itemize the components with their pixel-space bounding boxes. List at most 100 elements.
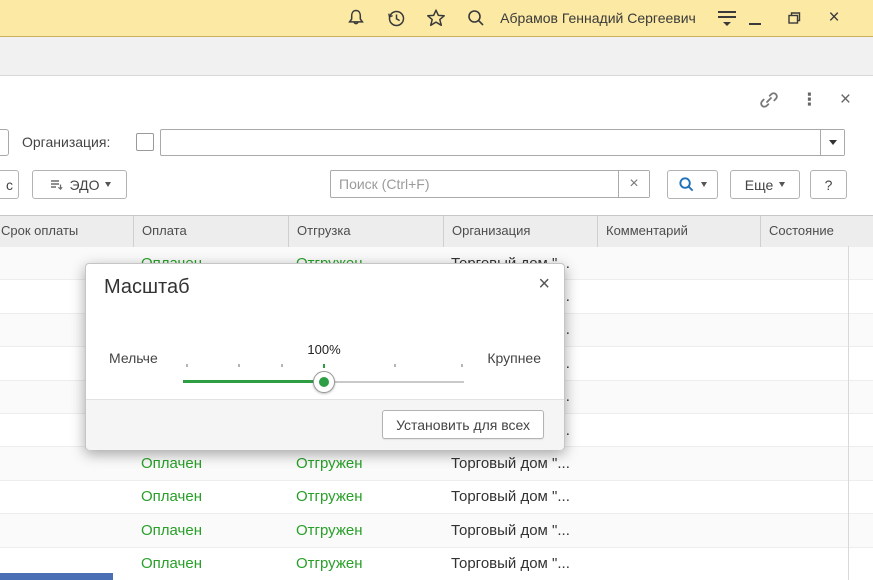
cell-state (760, 247, 873, 279)
form-close-button[interactable]: × (840, 91, 851, 109)
search-input[interactable] (331, 171, 618, 197)
larger-label: Крупнее (487, 350, 541, 366)
table-row[interactable]: ОплаченОтгруженТорговый дом "... (0, 514, 873, 547)
table-header-row: Срок оплатыОплатаОтгрузкаОрганизацияКомм… (0, 215, 873, 248)
cell-comment (597, 514, 760, 546)
function-panel-strip (0, 37, 873, 76)
table-right-border (848, 246, 849, 580)
filter-row: Организация: (0, 129, 873, 156)
apply-for-all-button[interactable]: Установить для всех (382, 410, 544, 439)
cell-comment (597, 381, 760, 413)
column-header-2[interactable]: Отгрузка (288, 216, 443, 247)
cell-comment (597, 414, 760, 446)
edo-documents-icon (48, 177, 64, 193)
restore-window-button[interactable] (784, 0, 804, 36)
cell-due (0, 481, 133, 513)
cell-state (760, 314, 873, 346)
cutoff-button-fragment[interactable]: с (0, 170, 19, 199)
cell-state (760, 447, 873, 479)
organization-checkbox[interactable] (136, 133, 154, 151)
cell-state (760, 481, 873, 513)
cell-organization: Торговый дом "... (443, 548, 597, 580)
close-window-button[interactable]: × (824, 0, 844, 36)
chevron-down-icon (105, 182, 111, 187)
column-header-1[interactable]: Оплата (133, 216, 288, 247)
cell-comment (597, 447, 760, 479)
search-icon (678, 176, 695, 193)
cell-comment (597, 247, 760, 279)
cell-state (760, 414, 873, 446)
zoom-slider-handle[interactable] (313, 371, 335, 393)
notifications-bell-icon[interactable] (344, 0, 368, 36)
slider-tick (281, 364, 283, 367)
slider-tick (394, 364, 396, 367)
history-icon[interactable] (384, 0, 408, 36)
favorites-star-icon[interactable] (424, 0, 448, 36)
global-search-icon[interactable] (464, 0, 488, 36)
more-actions-button[interactable]: Еще (730, 170, 800, 199)
clear-search-button[interactable]: × (618, 171, 649, 197)
find-button[interactable] (667, 170, 718, 199)
service-menu-lines (718, 11, 736, 26)
cell-state (760, 548, 873, 580)
slider-tick (238, 364, 240, 367)
column-header-3[interactable]: Организация (443, 216, 597, 247)
organization-label: Организация: (22, 129, 110, 156)
cutoff-field-fragment[interactable] (0, 129, 9, 156)
cell-organization: Торговый дом "... (443, 447, 597, 479)
organization-combobox[interactable] (160, 129, 845, 156)
help-button-label: ? (825, 177, 833, 193)
slider-tick-current (323, 364, 325, 368)
table-row[interactable]: ОплаченОтгруженТорговый дом "... (0, 481, 873, 514)
organization-dropdown-button[interactable] (820, 130, 844, 155)
smaller-label: Мельче (109, 350, 158, 366)
current-user-name[interactable]: Абрамов Геннадий Сергеевич (500, 0, 696, 36)
minimize-button[interactable] (746, 0, 764, 36)
cell-shipment: Отгружен (288, 447, 443, 479)
cell-comment (597, 347, 760, 379)
search-box: × (330, 170, 650, 198)
title-bar: Абрамов Геннадий Сергеевич × (0, 0, 873, 37)
cell-comment (597, 548, 760, 580)
cell-organization: Торговый дом "... (443, 481, 597, 513)
zoom-slider-fill (183, 380, 324, 383)
cell-payment: Оплачен (133, 514, 288, 546)
cell-payment: Оплачен (133, 548, 288, 580)
edo-button-label: ЭДО (70, 177, 100, 193)
cell-payment: Оплачен (133, 447, 288, 479)
chevron-down-icon (701, 182, 707, 187)
taskbar-fragment (0, 573, 113, 580)
cell-state (760, 514, 873, 546)
cell-organization: Торговый дом "... (443, 514, 597, 546)
command-bar: с ЭДО × Еще ? (0, 170, 873, 199)
chevron-down-icon (779, 182, 785, 187)
cell-comment (597, 481, 760, 513)
zoom-dialog: Масштаб × Мельче Крупнее 100% Установить… (85, 263, 565, 450)
dialog-close-button[interactable]: × (538, 273, 550, 296)
app-window: Абрамов Геннадий Сергеевич × ⋮ × (0, 0, 873, 580)
slider-tick (186, 364, 188, 367)
help-button[interactable]: ? (810, 170, 847, 199)
dialog-title: Масштаб (104, 276, 190, 299)
cell-shipment: Отгружен (288, 548, 443, 580)
edo-button[interactable]: ЭДО (32, 170, 127, 199)
dialog-footer: Установить для всех (86, 399, 564, 450)
more-menu-icon[interactable]: ⋮ (801, 91, 818, 109)
cutoff-button-label: с (6, 177, 13, 193)
chevron-down-icon (829, 140, 837, 145)
column-header-4[interactable]: Комментарий (597, 216, 760, 247)
get-link-icon[interactable] (759, 90, 779, 110)
column-header-5[interactable]: Состояние (760, 216, 873, 247)
cell-due (0, 447, 133, 479)
form-header-icons: ⋮ × (759, 90, 851, 110)
cell-shipment: Отгружен (288, 514, 443, 546)
service-menu-icon[interactable] (714, 0, 740, 36)
column-header-0[interactable]: Срок оплаты (0, 216, 133, 247)
organization-input[interactable] (161, 130, 820, 155)
table-row[interactable]: ОплаченОтгруженТорговый дом "... (0, 548, 873, 580)
cell-shipment: Отгружен (288, 481, 443, 513)
cell-state (760, 280, 873, 312)
slider-tick (461, 364, 463, 367)
table-row[interactable]: ОплаченОтгруженТорговый дом "... (0, 447, 873, 480)
zoom-value-label: 100% (294, 342, 354, 357)
